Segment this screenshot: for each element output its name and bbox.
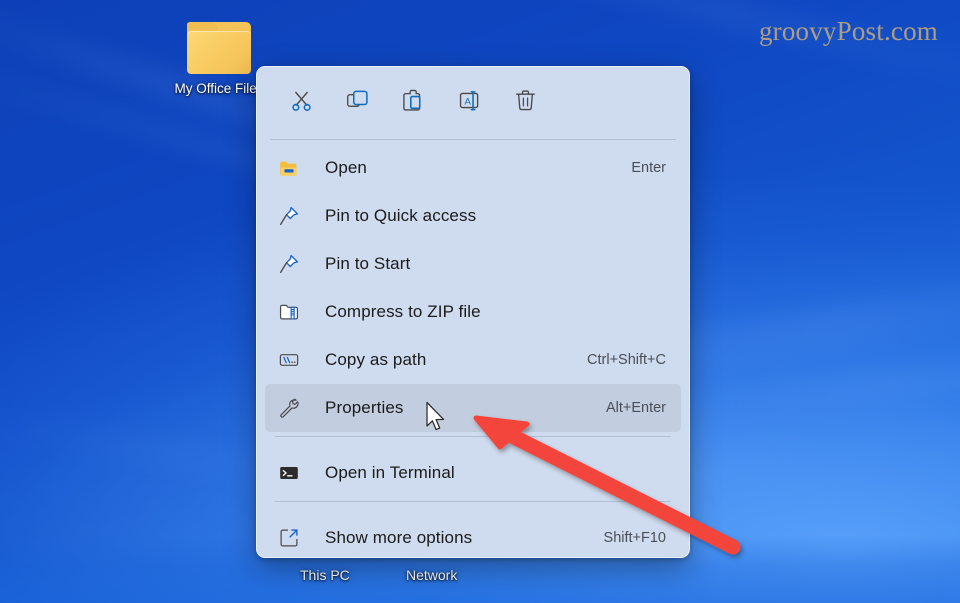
desktop-icon-label-this-pc[interactable]: This PC [300,567,350,583]
svg-text:A: A [464,96,471,107]
pin-icon [278,205,308,227]
terminal-icon [278,462,308,484]
desktop-icon-label: My Office Files [174,81,264,96]
clipboard-icon [401,88,426,118]
copy-path-icon [278,349,308,371]
menu-separator [275,501,671,502]
menu-item-accel: Enter [631,160,666,176]
context-menu-toolbar: A [257,67,689,139]
more-options-icon [278,527,308,549]
menu-item-accel: Ctrl+Shift+C [587,352,666,368]
desktop-icon-my-office-files[interactable]: My Office Files [171,22,267,97]
rename-icon: A [457,88,482,118]
site-watermark: groovyPost.com [758,16,938,46]
menu-item-open[interactable]: Open Enter [265,144,681,192]
scissors-icon [289,88,314,118]
zip-folder-icon [278,301,308,323]
folder-icon [187,22,251,74]
desktop-background: groovyPost.com My Office Files This PC N… [0,0,960,603]
paste-button[interactable] [385,80,441,126]
rename-button[interactable]: A [441,80,497,126]
context-menu-items: Open Enter Pin to Quick access Pin to St… [257,140,689,557]
delete-button[interactable] [497,80,553,126]
desktop-icon-label-network[interactable]: Network [406,567,457,583]
menu-item-pin-to-start[interactable]: Pin to Start [265,240,681,288]
copy-button[interactable] [329,80,385,126]
wrench-icon [278,397,308,419]
menu-item-open-in-terminal[interactable]: Open in Terminal [265,449,681,497]
menu-item-label: Pin to Quick access [325,206,477,225]
copy-icon [345,88,370,118]
cut-button[interactable] [273,80,329,126]
trash-icon [513,88,538,118]
menu-item-label: Open [325,158,367,177]
context-menu[interactable]: A Open Enter Pin to Quick access Pin to … [256,66,690,558]
menu-item-pin-to-quick-access[interactable]: Pin to Quick access [265,192,681,240]
menu-item-compress-to-zip-file[interactable]: Compress to ZIP file [265,288,681,336]
menu-separator [275,436,671,437]
menu-item-label: Properties [325,398,404,417]
menu-item-accel: Shift+F10 [603,530,666,546]
menu-item-label: Show more options [325,528,473,547]
menu-item-properties[interactable]: Properties Alt+Enter [265,384,681,432]
menu-item-accel: Alt+Enter [605,400,666,416]
pin-icon [278,253,308,275]
menu-item-label: Compress to ZIP file [325,302,481,321]
menu-item-label: Open in Terminal [325,463,455,482]
menu-item-copy-as-path[interactable]: Copy as path Ctrl+Shift+C [265,336,681,384]
folder-open-icon [278,157,308,179]
menu-item-label: Copy as path [325,350,427,369]
menu-item-label: Pin to Start [325,254,411,273]
menu-item-show-more-options[interactable]: Show more options Shift+F10 [265,514,681,557]
